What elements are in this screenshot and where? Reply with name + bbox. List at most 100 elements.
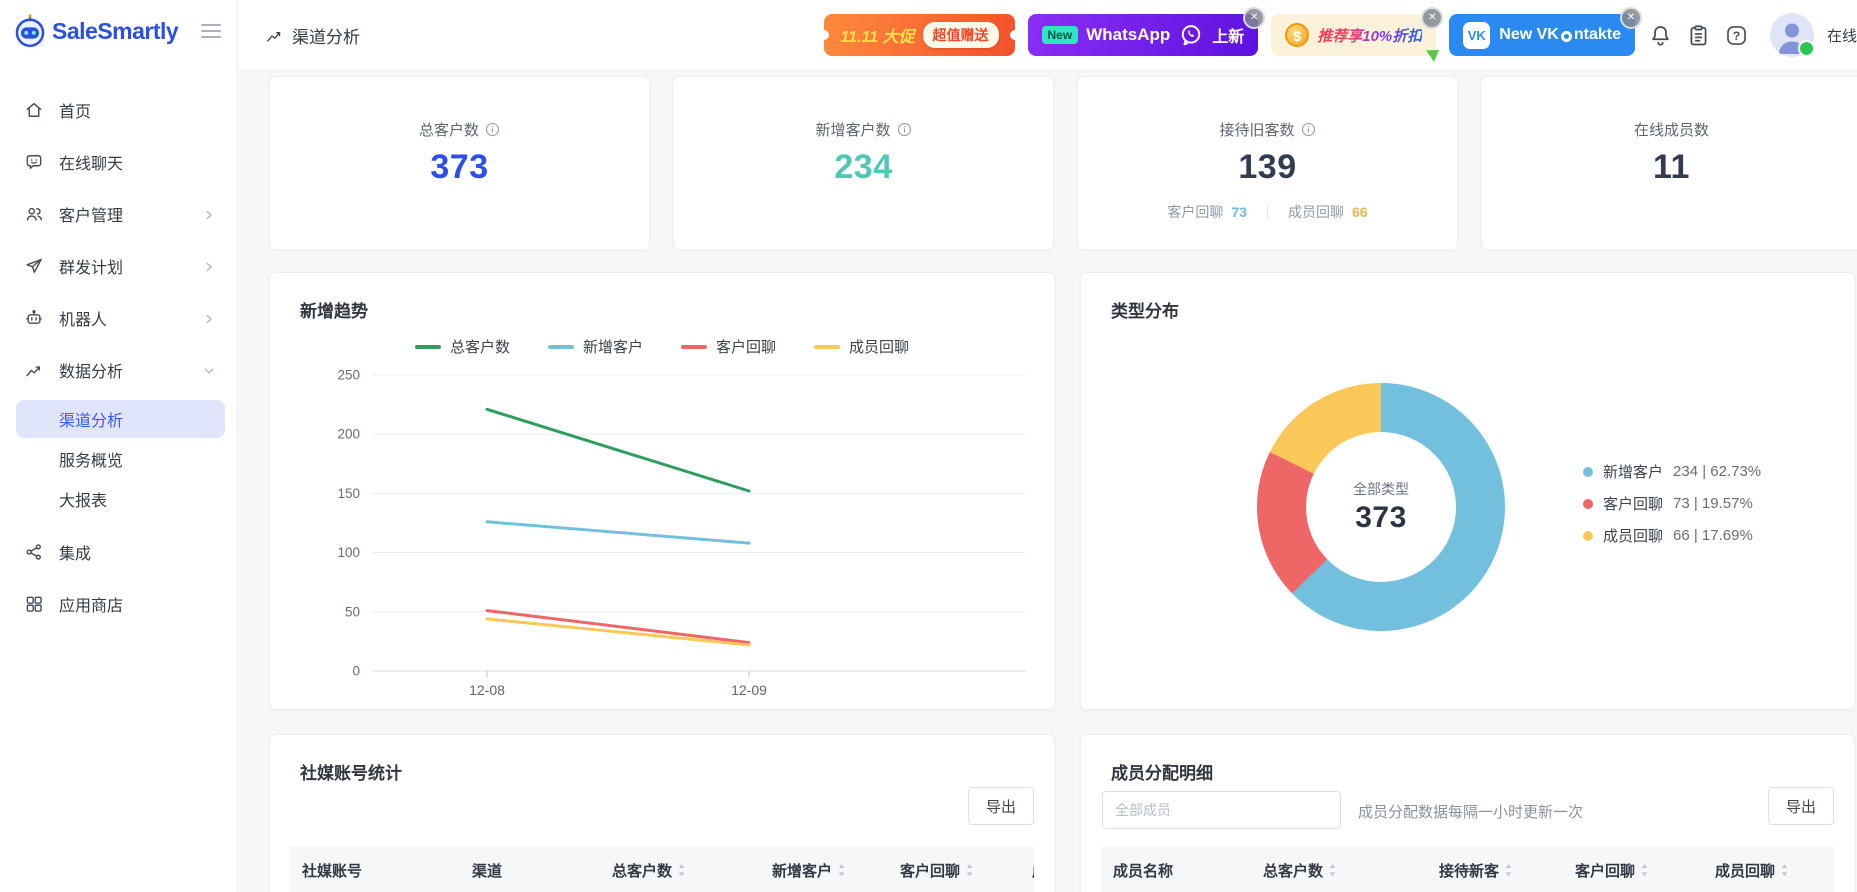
column-header[interactable]: 新增客户	[772, 860, 900, 881]
stat-value: 234	[834, 148, 893, 186]
integration-icon	[24, 542, 44, 562]
sidebar-item-2[interactable]: 在线聊天	[0, 136, 237, 188]
column-header[interactable]: 客户回聊	[1575, 860, 1715, 881]
legend-label: 新增客户	[1603, 464, 1664, 481]
promo-banner-discount[interactable]: $ 推荐享10%折扣 ✕	[1271, 7, 1444, 62]
sidebar-item-7[interactable]: 集成	[0, 526, 237, 578]
chevron-right-icon	[203, 260, 215, 272]
column-header[interactable]: 成员回聊	[1032, 860, 1034, 881]
sort-icon[interactable]	[1640, 863, 1649, 877]
legend-item[interactable]: 新增客户	[547, 336, 643, 357]
donut-legend-item: 新增客户 234 | 62.73%	[1583, 461, 1761, 482]
collapse-menu-icon[interactable]	[201, 24, 221, 38]
donut-legend-item: 成员回聊 66 | 17.69%	[1583, 525, 1761, 546]
column-header: 成员名称	[1113, 860, 1263, 881]
sidebar-item-label: 应用商店	[59, 598, 124, 615]
member-allocation-title: 成员分配明细	[1111, 764, 1213, 783]
sidebar-item-8[interactable]: 应用商店	[0, 578, 237, 630]
sidebar-item-5[interactable]: 机器人	[0, 292, 237, 344]
column-header[interactable]: 成员回聊	[1715, 860, 1834, 881]
sidebar-item-6[interactable]: 数据分析	[0, 344, 237, 396]
legend-item[interactable]: 总客户数	[414, 336, 510, 357]
whatsapp-suffix: 上新	[1212, 29, 1245, 46]
chat-icon	[24, 152, 44, 172]
legend-label: 客户回聊	[1603, 496, 1664, 513]
close-icon[interactable]: ✕	[1619, 7, 1642, 29]
stat-label: 总客户数	[419, 119, 500, 140]
sidebar-subitem-selected[interactable]: 渠道分析	[16, 400, 225, 438]
sidebar-subitem[interactable]: 服务概览	[16, 440, 225, 478]
donut-center-value: 373	[1355, 501, 1407, 534]
robot-logo-icon	[12, 13, 48, 49]
social-table-header: 社媒账号 渠道 总客户数 新增客户 客户回聊 成员回聊	[290, 846, 1034, 892]
trend-series-4	[485, 617, 751, 647]
breadcrumb: 渠道分析	[265, 23, 360, 48]
stat-sub-row: 客户回聊 73 成员回聊 66	[1167, 202, 1367, 222]
clipboard-icon[interactable]	[1686, 23, 1711, 48]
legend-dot	[1583, 498, 1593, 509]
column-label: 客户回聊	[1575, 862, 1636, 880]
export-button[interactable]: 导出	[1767, 787, 1834, 825]
sidebar-item-label: 机器人	[59, 312, 108, 329]
sidebar-item-4[interactable]: 群发计划	[0, 240, 237, 292]
info-icon[interactable]	[485, 122, 500, 137]
sidebar-subitem[interactable]: 大报表	[16, 480, 225, 518]
chevron-right-icon	[203, 312, 215, 324]
type-distribution-card: 类型分布 全部类型 373 新增客户 234 | 62.73% 客户回聊 73 | 1…	[1080, 272, 1855, 710]
column-label: 渠道	[472, 862, 503, 880]
info-icon[interactable]	[1301, 122, 1316, 137]
sort-icon[interactable]	[677, 863, 686, 877]
info-icon[interactable]	[897, 122, 912, 137]
notifications-bell-icon[interactable]	[1648, 23, 1673, 48]
close-icon[interactable]: ✕	[1421, 7, 1444, 29]
column-label: 客户回聊	[900, 862, 961, 880]
donut-center-label: 全部类型	[1353, 481, 1409, 497]
social-accounts-card: 社媒账号统计 导出 社媒账号 渠道 总客户数 新增客户 客户回聊 成员回聊	[269, 734, 1055, 892]
sidebar-submenu: 渠道分析 服务概览 大报表	[0, 396, 237, 526]
svg-text:?: ?	[1733, 28, 1740, 42]
avatar[interactable]	[1769, 13, 1815, 57]
sort-icon[interactable]	[1504, 863, 1513, 877]
sort-icon[interactable]	[965, 863, 974, 877]
new-badge: New	[1041, 26, 1079, 44]
column-header: 社媒账号	[302, 860, 472, 881]
logo-text: SaleSmartly	[52, 17, 179, 44]
promo-banner-whatsapp[interactable]: New WhatsApp 上新 ✕	[1027, 7, 1266, 56]
column-label: 成员名称	[1113, 862, 1174, 880]
column-label: 成员回聊	[1032, 860, 1034, 881]
stat-card-3: 接待旧客数 139 客户回聊 73 成员回聊 66	[1077, 76, 1458, 250]
online-status-dot	[1797, 40, 1815, 57]
trend-line-chart: 250 200 150 100 50 0 12-08 12-09	[300, 363, 1026, 708]
legend-label: 新增客户	[582, 339, 643, 356]
promo-banner-1111-sale[interactable]: 11.11 大促 超值赠送	[819, 14, 1020, 56]
stat-sub-label: 成员回聊	[1288, 204, 1344, 220]
stat-value: 11	[1653, 148, 1690, 186]
member-allocation-card: 成员分配明细 成员分配数据每隔一小时更新一次 导出 成员名称 总客户数 接待新客 客户…	[1080, 734, 1855, 892]
sidebar-item-label: 群发计划	[59, 260, 124, 277]
sort-icon[interactable]	[1328, 863, 1337, 877]
legend-item[interactable]: 客户回聊	[681, 336, 776, 357]
promo-banner-vkontakte[interactable]: VK New VK ntakte ✕	[1449, 7, 1642, 56]
column-header[interactable]: 总客户数	[1263, 860, 1439, 881]
whatsapp-icon	[1178, 22, 1204, 48]
sort-icon[interactable]	[837, 863, 846, 877]
analytics-icon	[24, 360, 44, 380]
stat-sub-value: 66	[1352, 204, 1368, 220]
column-header[interactable]: 总客户数	[612, 860, 772, 881]
legend-label: 成员回聊	[1603, 528, 1664, 545]
help-icon[interactable]: ?	[1724, 23, 1749, 48]
svg-text:50: 50	[345, 604, 360, 619]
legend-item[interactable]: 成员回聊	[814, 336, 909, 357]
sort-icon[interactable]	[1780, 863, 1789, 877]
column-header[interactable]: 接待新客	[1439, 860, 1575, 881]
close-icon[interactable]: ✕	[1243, 7, 1266, 29]
export-button[interactable]: 导出	[967, 787, 1034, 825]
sidebar-item-1[interactable]: 首页	[0, 84, 237, 136]
member-filter-input[interactable]	[1102, 791, 1341, 829]
stat-sub-value: 73	[1231, 204, 1247, 220]
svg-text:100: 100	[337, 545, 360, 560]
sidebar-item-3[interactable]: 客户管理	[0, 188, 237, 240]
divider	[1267, 204, 1268, 220]
column-header[interactable]: 客户回聊	[900, 860, 1032, 881]
whatsapp-brand: WhatsApp	[1086, 25, 1171, 44]
